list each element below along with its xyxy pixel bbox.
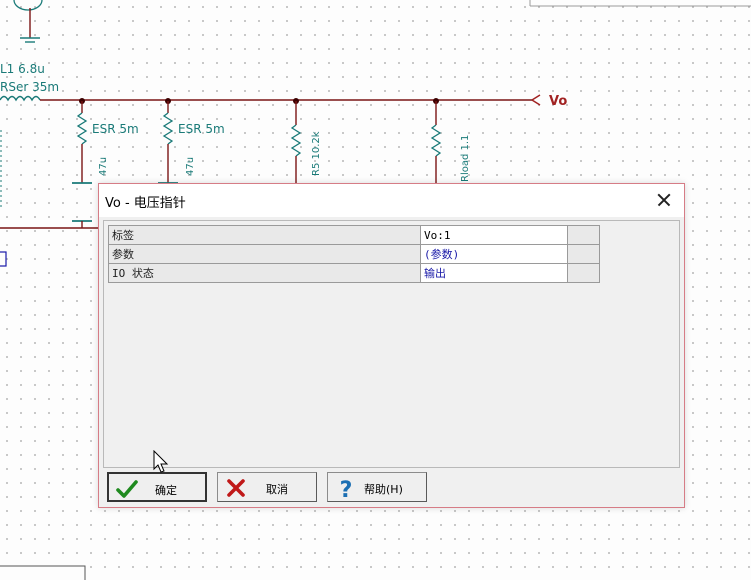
rload-label: Rload 1.1 <box>460 134 471 182</box>
rload-zigzag <box>430 124 442 157</box>
close-icon[interactable] <box>652 188 676 212</box>
cap1-value-label: 47u <box>98 156 109 176</box>
help-button[interactable]: ? 帮助(H) <box>327 472 427 502</box>
dialog-titlebar[interactable]: Vo - 电压指针 <box>99 184 684 217</box>
property-value-label[interactable]: Vo:1 <box>420 225 568 245</box>
esr1-label: ESR 5m <box>92 122 139 136</box>
svg-text:?: ? <box>340 478 353 500</box>
property-spare-cell <box>567 244 600 264</box>
property-grid: 标签 Vo:1 参数 (参数) IO 状态 输出 <box>108 225 600 283</box>
property-value-params[interactable]: (参数) <box>420 244 568 264</box>
check-icon <box>116 480 138 498</box>
table-row: 标签 Vo:1 <box>108 225 600 245</box>
esr-zigzag-1 <box>76 112 88 145</box>
cancel-button-label: 取消 <box>266 483 288 496</box>
bottom-box-fragment <box>0 565 86 580</box>
property-key: IO 状态 <box>108 263 421 283</box>
dialog-title: Vo - 电压指针 <box>105 196 186 211</box>
esr2-label: ESR 5m <box>178 122 225 136</box>
net-label-vo: Vo <box>549 94 568 109</box>
table-row: IO 状态 输出 <box>108 263 600 283</box>
ok-button-label: 确定 <box>155 484 177 497</box>
question-icon: ? <box>340 478 353 500</box>
property-value-io-state[interactable]: 输出 <box>420 263 568 283</box>
cancel-button[interactable]: 取消 <box>217 472 317 502</box>
property-key: 参数 <box>108 244 421 264</box>
inductor-name-label: L1 6.8u <box>0 62 45 76</box>
inductor-l1 <box>0 95 41 102</box>
top-component-fragment <box>13 0 43 11</box>
x-icon <box>227 479 245 497</box>
property-key: 标签 <box>108 225 421 245</box>
cap2-value-label: 47u <box>185 156 196 176</box>
esr-zigzag-2 <box>162 112 174 145</box>
help-button-label: 帮助(H) <box>364 483 403 496</box>
port-fragment <box>0 251 7 267</box>
ok-button[interactable]: 确定 <box>107 472 207 502</box>
table-row: 参数 (参数) <box>108 244 600 264</box>
mouse-cursor-icon <box>153 450 169 473</box>
r5-zigzag <box>290 124 302 157</box>
inductor-rser-label: RSer 35m <box>0 80 60 94</box>
property-panel: 标签 Vo:1 参数 (参数) IO 状态 输出 <box>103 220 680 468</box>
net-flag-arrow <box>531 94 541 106</box>
r5-label: R5 10.2k <box>311 131 322 176</box>
property-spare-cell <box>567 225 600 245</box>
button-bar: 确定 取消 ? 帮助(H) <box>103 469 680 503</box>
voltage-probe-dialog: Vo - 电压指针 标签 Vo:1 参数 (参数) IO 状态 输出 确定 取消… <box>98 183 685 508</box>
property-spare-cell <box>567 263 600 283</box>
